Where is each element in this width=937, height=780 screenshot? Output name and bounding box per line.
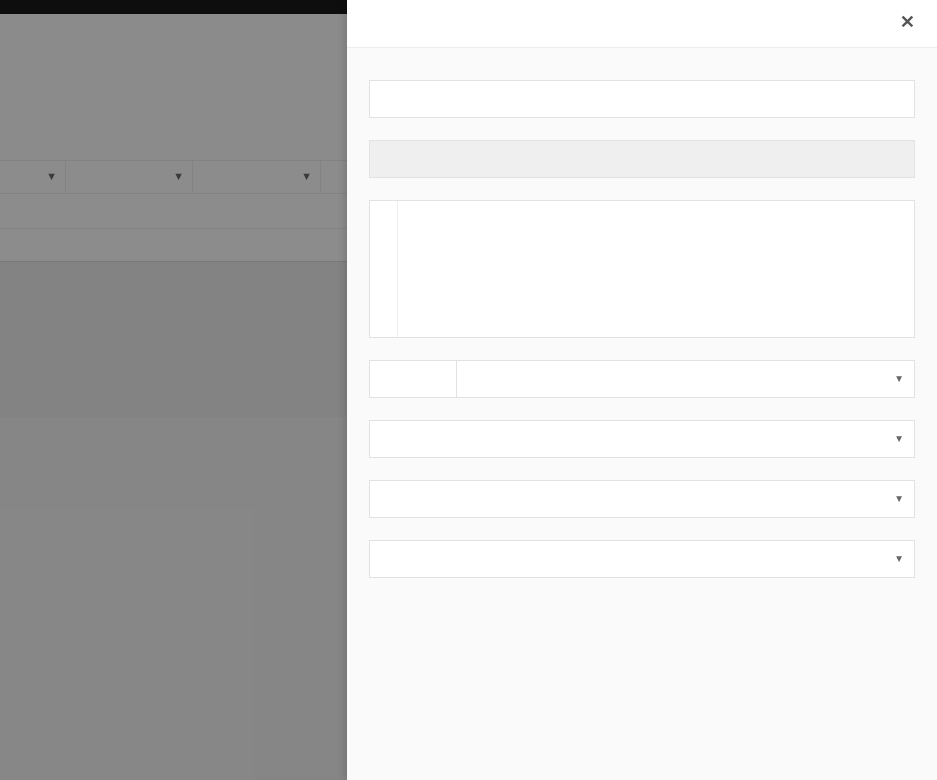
quantity-type-select[interactable]: ▼ <box>369 420 915 458</box>
code-text[interactable] <box>398 201 914 337</box>
field-name <box>369 80 915 118</box>
modal-panel: ✕ ▼ <box>347 0 937 780</box>
modal-body: ▼ ▼ ▼ ▼ <box>347 48 937 780</box>
granularity-value-input[interactable] <box>369 360 457 398</box>
field-granularity: ▼ <box>369 360 915 398</box>
field-tags: ▼ <box>369 540 915 578</box>
name-input[interactable] <box>369 80 915 118</box>
close-icon[interactable]: ✕ <box>900 12 915 33</box>
tags-select[interactable]: ▼ <box>369 540 915 578</box>
field-variable-type <box>369 140 915 178</box>
field-mapping-config <box>369 200 915 338</box>
chevron-down-icon: ▼ <box>894 374 904 385</box>
chevron-down-icon: ▼ <box>894 494 904 505</box>
chevron-down-icon: ▼ <box>894 554 904 565</box>
unit-select[interactable]: ▼ <box>369 480 915 518</box>
modal-header: ✕ <box>347 0 937 48</box>
field-unit: ▼ <box>369 480 915 518</box>
granularity-unit-select[interactable]: ▼ <box>457 360 915 398</box>
variable-type-input <box>369 140 915 178</box>
chevron-down-icon: ▼ <box>894 434 904 445</box>
mapping-config-editor[interactable] <box>369 200 915 338</box>
field-quantity-type: ▼ <box>369 420 915 458</box>
code-gutter <box>370 201 398 337</box>
